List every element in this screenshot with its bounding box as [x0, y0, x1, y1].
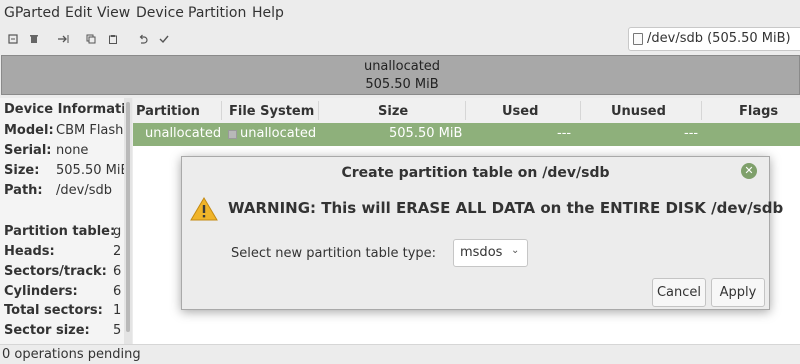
info-cylinders-value: 6 — [113, 284, 122, 299]
info-total-sectors-key: Total sectors: — [4, 303, 103, 318]
device-selector-value: /dev/sdb (505.50 MiB) — [647, 31, 791, 46]
info-sector-size-value: 5 — [113, 323, 122, 338]
info-partition-table-key: Partition table: — [4, 224, 116, 239]
partition-type-select[interactable]: msdos ⌄ — [453, 239, 528, 267]
disk-graph-size: 505.50 MiB — [365, 77, 439, 92]
info-size-key: Size: — [4, 163, 40, 178]
info-serial-key: Serial: — [4, 143, 52, 158]
info-model-value: CBM Flash — [56, 123, 124, 138]
partition-type-value: msdos — [460, 245, 503, 260]
info-partition-table-value: g — [113, 224, 122, 239]
menu-partition[interactable]: Partition — [188, 5, 246, 21]
info-serial: Serial: none — [4, 143, 88, 158]
menu-view[interactable]: View — [97, 5, 130, 21]
col-flags[interactable]: Flags — [739, 104, 778, 119]
col-unused[interactable]: Unused — [611, 104, 666, 119]
device-selector[interactable]: /dev/sdb (505.50 MiB) — [628, 27, 800, 51]
copy-icon[interactable] — [84, 32, 98, 46]
table-row[interactable]: unallocated unallocated 505.50 MiB --- -… — [133, 123, 800, 146]
info-model: Model: CBM Flash — [4, 123, 123, 138]
cell-partition: unallocated — [145, 126, 222, 141]
info-serial-value: none — [56, 143, 89, 158]
cell-used: --- — [557, 126, 572, 141]
info-cylinders: Cylinders: 6 — [4, 284, 121, 299]
dialog-title: Create partition table on /dev/sdb — [341, 165, 610, 181]
cancel-button[interactable]: Cancel — [652, 278, 706, 307]
info-path-value: /dev/sdb — [56, 183, 112, 198]
col-size[interactable]: Size — [378, 104, 408, 119]
info-sectors-track-value: 6 — [113, 264, 122, 279]
status-text: 0 operations pending — [2, 347, 141, 362]
info-total-sectors: Total sectors: 1 — [4, 303, 121, 318]
info-partition-table: Partition table: g — [4, 224, 121, 239]
device-info-title: Device Informati — [4, 102, 125, 117]
cell-filesystem: unallocated — [240, 126, 317, 141]
info-model-key: Model: — [4, 123, 54, 138]
menu-help[interactable]: Help — [252, 5, 284, 21]
header-divider — [221, 101, 222, 120]
info-size-value: 505.50 MiB — [56, 163, 125, 178]
menu-edit[interactable]: Edit — [65, 5, 92, 21]
header-divider — [465, 101, 466, 120]
disk-graph[interactable]: unallocated 505.50 MiB — [1, 55, 800, 95]
undo-icon[interactable] — [136, 32, 150, 46]
create-partition-table-dialog: Create partition table on /dev/sdb ✕ WAR… — [181, 156, 783, 310]
info-cylinders-key: Cylinders: — [4, 284, 78, 299]
paste-icon[interactable] — [106, 32, 120, 46]
col-partition[interactable]: Partition — [136, 104, 200, 119]
info-sector-size-key: Sector size: — [4, 323, 90, 338]
menu-device[interactable]: Device — [136, 5, 184, 21]
close-icon[interactable]: ✕ — [741, 163, 757, 179]
info-heads-key: Heads: — [4, 244, 55, 259]
col-filesystem[interactable]: File System — [229, 104, 314, 119]
header-divider — [580, 101, 581, 120]
menubar: GParted Edit View Device Partition Help — [0, 0, 800, 26]
cell-size: 505.50 MiB — [389, 126, 463, 141]
info-path: Path: /dev/sdb — [4, 183, 112, 198]
delete-icon[interactable] — [27, 32, 41, 46]
info-path-key: Path: — [4, 183, 43, 198]
col-used[interactable]: Used — [502, 104, 538, 119]
header-divider — [318, 101, 319, 120]
partition-type-label: Select new partition table type: — [231, 246, 437, 261]
filesystem-swatch — [228, 130, 237, 139]
scrollbar-thumb[interactable] — [126, 102, 130, 332]
info-heads: Heads: 2 — [4, 244, 121, 259]
info-heads-value: 2 — [113, 244, 122, 259]
resize-icon[interactable] — [56, 32, 70, 46]
apply-button[interactable]: Apply — [711, 278, 765, 307]
sidebar-scrollbar[interactable] — [124, 98, 132, 344]
warning-message: WARNING: This will ERASE ALL DATA on the… — [228, 199, 784, 217]
status-bar: 0 operations pending — [0, 344, 800, 364]
info-sector-size: Sector size: 5 — [4, 323, 121, 338]
new-icon[interactable] — [6, 32, 20, 46]
info-total-sectors-value: 1 — [113, 303, 122, 318]
disk-icon — [633, 33, 643, 45]
apply-icon[interactable] — [157, 32, 171, 46]
cell-unused: --- — [684, 126, 699, 141]
header-divider — [701, 101, 702, 120]
menu-gparted[interactable]: GParted — [4, 5, 60, 21]
info-size: Size: 505.50 MiB — [4, 163, 124, 178]
info-sectors-track-key: Sectors/track: — [4, 264, 107, 279]
disk-graph-label: unallocated — [363, 59, 441, 74]
chevron-down-icon: ⌄ — [511, 245, 520, 256]
warning-icon — [190, 197, 218, 221]
table-header: Partition File System Size Used Unused F… — [133, 98, 800, 124]
device-info-panel: Device Informati Model: CBM Flash Serial… — [0, 98, 125, 344]
info-sectors-track: Sectors/track: 6 — [4, 264, 121, 279]
